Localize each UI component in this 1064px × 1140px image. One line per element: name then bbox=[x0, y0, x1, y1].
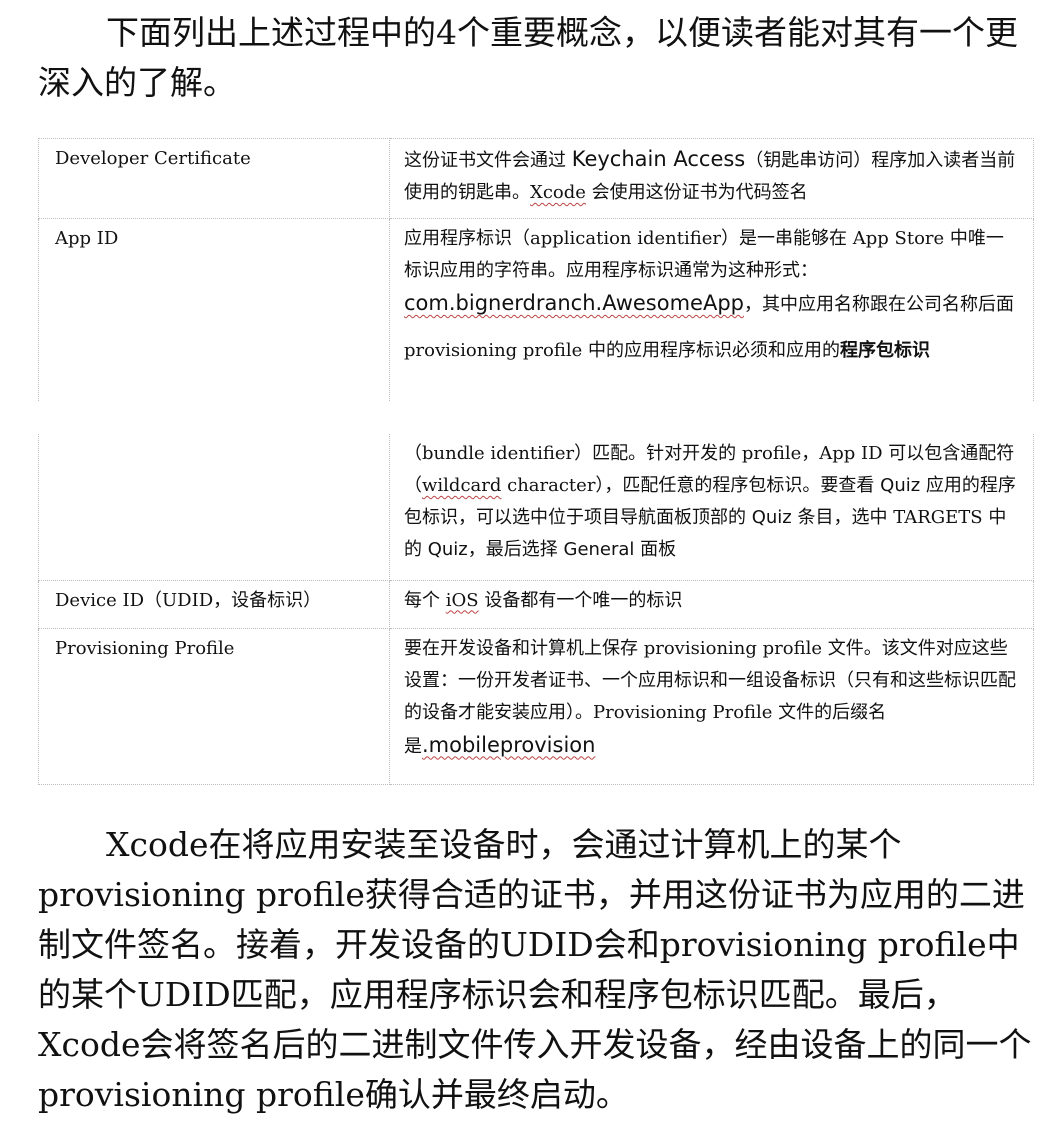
desc-text: 设备都有一个唯一的标识 bbox=[478, 589, 683, 611]
term-device-id: Device ID（UDID，设备标识） bbox=[38, 579, 390, 629]
table-row: App ID 应用程序标识（application identifier）是一串… bbox=[38, 218, 1034, 401]
desc-text: 面板 bbox=[634, 539, 677, 560]
desc-app-id: 应用程序标识（application identifier）是一串能够在 App… bbox=[389, 218, 1034, 401]
table-row: Device ID（UDID，设备标识） 每个 iOS 设备都有一个唯一的标识 bbox=[38, 579, 1034, 629]
table-row: （bundle identifier）匹配。针对开发的 profile，App … bbox=[38, 434, 1034, 581]
desc-text: ，最后选择 bbox=[467, 539, 564, 560]
desc-text: 应用程序标识（application identifier）是一串能够在 App… bbox=[404, 228, 1004, 281]
desc-app-id-p1: 应用程序标识（application identifier）是一串能够在 App… bbox=[404, 223, 1019, 321]
quiz-text: Quiz bbox=[880, 475, 921, 496]
desc-text: character），匹配任意的程序包标识。要查看 bbox=[501, 475, 881, 496]
concept-table-part-1: Developer Certificate 这份证书文件会通过 Keychain… bbox=[38, 138, 1034, 401]
outro-paragraph: Xcode在将应用安装至设备时，会通过计算机上的某个provisioning p… bbox=[38, 825, 1032, 1114]
desc-app-id-continued: （bundle identifier）匹配。针对开发的 profile，App … bbox=[389, 434, 1034, 581]
desc-developer-certificate: 这份证书文件会通过 Keychain Access（钥匙串访问）程序加入读者当前… bbox=[389, 138, 1034, 219]
term-app-id: App ID bbox=[38, 218, 390, 401]
desc-text: 这份证书文件会通过 bbox=[404, 150, 572, 171]
desc-text: ，其中应用名称跟在公司名称后面 bbox=[744, 294, 1014, 315]
quiz-text: Quiz bbox=[427, 539, 468, 560]
mobileprovision-text: .mobileprovision bbox=[422, 732, 596, 757]
desc-text: provisioning profile 中的应用程序标识必须和应用的 bbox=[404, 340, 841, 361]
bundle-identifier-term: 程序包标识 bbox=[840, 340, 931, 361]
concept-table-part-2: （bundle identifier）匹配。针对开发的 profile，App … bbox=[38, 434, 1034, 785]
table-row: Provisioning Profile 要在开发设备和计算机上保存 provi… bbox=[38, 627, 1034, 785]
desc-app-id-p2: provisioning profile 中的应用程序标识必须和应用的程序包标识 bbox=[404, 335, 1019, 367]
desc-provisioning-profile: 要在开发设备和计算机上保存 provisioning profile 文件。该文… bbox=[389, 627, 1034, 785]
ios-text: iOS bbox=[445, 589, 479, 611]
desc-text: 会使用这份证书为代码签名 bbox=[585, 182, 808, 203]
table-row: Developer Certificate 这份证书文件会通过 Keychain… bbox=[38, 138, 1034, 219]
bundle-example-text: com.bignerdranch.AwesomeApp bbox=[404, 291, 744, 315]
term-provisioning-profile: Provisioning Profile bbox=[38, 627, 390, 785]
xcode-text: Xcode bbox=[530, 182, 586, 203]
desc-device-id: 每个 iOS 设备都有一个唯一的标识 bbox=[389, 579, 1034, 629]
wildcard-text: wildcard bbox=[422, 475, 502, 496]
desc-text: 每个 bbox=[404, 589, 446, 611]
keychain-access-text: Keychain Access bbox=[571, 147, 746, 171]
term-developer-certificate: Developer Certificate bbox=[38, 138, 390, 219]
intro-paragraph: 下面列出上述过程中的4个重要概念，以便读者能对其有一个更深入的了解。 bbox=[38, 13, 1018, 102]
quiz-text: Quiz bbox=[751, 507, 792, 528]
general-text: General bbox=[563, 539, 635, 560]
term-app-id-continued bbox=[38, 434, 390, 581]
